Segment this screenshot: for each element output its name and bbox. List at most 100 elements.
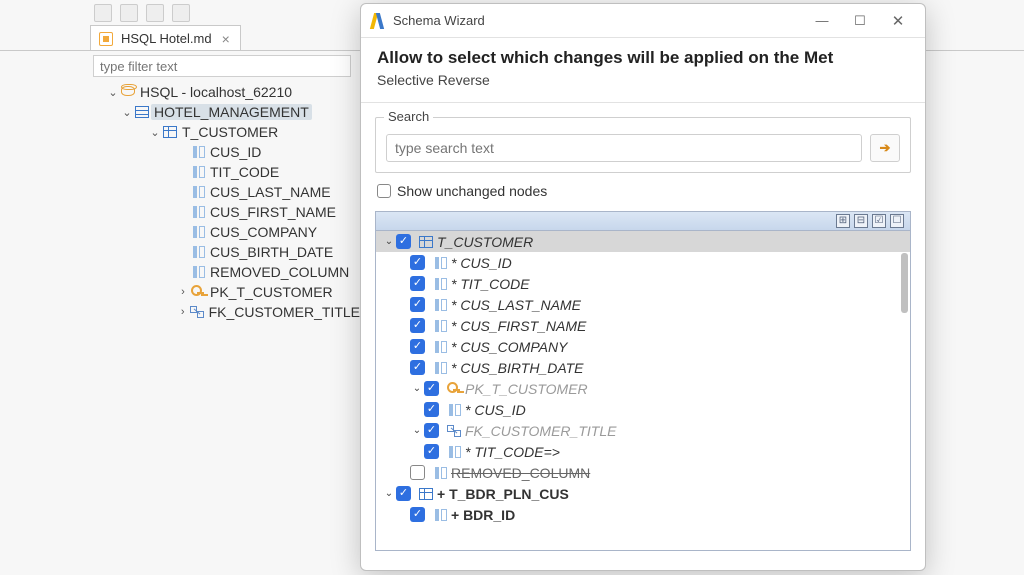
chevron-down-icon[interactable]: ⌄	[410, 425, 424, 436]
chevron-down-icon[interactable]: ⌄	[121, 106, 133, 119]
tree-node-column[interactable]: REMOVED_COLUMN	[93, 262, 363, 282]
column-icon	[431, 341, 449, 353]
minimize-button[interactable]: —	[803, 7, 841, 35]
tree-node-schema[interactable]: ⌄ HOTEL_MANAGEMENT	[93, 102, 363, 122]
checkbox-unchecked-icon[interactable]	[377, 184, 391, 198]
tree-node-column[interactable]: TIT_CODE	[93, 162, 363, 182]
tree-label: PK_T_CUSTOMER	[207, 284, 336, 300]
column-icon	[189, 226, 207, 238]
toolbar-icon[interactable]	[146, 4, 164, 22]
project-tree[interactable]: ⌄ HSQL - localhost_62210 ⌄ HOTEL_MANAGEM…	[93, 82, 363, 322]
table-icon	[161, 126, 179, 138]
checkbox-checked-icon[interactable]	[410, 255, 425, 270]
column-icon	[431, 509, 449, 521]
checkbox-checked-icon[interactable]	[424, 423, 439, 438]
tree-node-column[interactable]: * CUS_FIRST_NAME	[376, 315, 910, 336]
tree-node-column[interactable]: CUS_COMPANY	[93, 222, 363, 242]
tree-node-column[interactable]: * CUS_ID	[376, 399, 910, 420]
tree-node-column[interactable]: * CUS_COMPANY	[376, 336, 910, 357]
editor-tab[interactable]: HSQL Hotel.md ×	[90, 25, 241, 51]
chevron-right-icon[interactable]: ›	[177, 306, 188, 318]
show-unchanged-checkbox-row[interactable]: Show unchanged nodes	[361, 179, 925, 207]
checkbox-unchecked-icon[interactable]	[410, 465, 425, 480]
collapse-all-button[interactable]: ⊟	[854, 214, 868, 228]
tree-node-added-table[interactable]: ⌄ + T_BDR_PLN_CUS	[376, 483, 910, 504]
dialog-title: Schema Wizard	[393, 13, 485, 28]
tree-label: HSQL - localhost_62210	[137, 84, 295, 100]
tree-node-column[interactable]: CUS_FIRST_NAME	[93, 202, 363, 222]
checkbox-checked-icon[interactable]	[424, 444, 439, 459]
node-label: PK_T_CUSTOMER	[465, 381, 588, 397]
toolbar-icon[interactable]	[172, 4, 190, 22]
close-icon[interactable]: ×	[222, 31, 230, 47]
scrollbar-thumb[interactable]	[901, 253, 908, 313]
dialog-titlebar[interactable]: Schema Wizard — ☐ ✕	[361, 4, 925, 37]
maximize-button[interactable]: ☐	[841, 7, 879, 35]
changes-tree[interactable]: ⌄ T_CUSTOMER * CUS_ID * TIT_CODE * CUS_L…	[375, 231, 911, 551]
tree-node-db[interactable]: ⌄ HSQL - localhost_62210	[93, 82, 363, 102]
checkbox-checked-icon[interactable]	[396, 486, 411, 501]
tree-node-fk[interactable]: ›FK_CUSTOMER_TITLE	[93, 302, 363, 322]
schema-wizard-dialog: Schema Wizard — ☐ ✕ Allow to select whic…	[360, 3, 926, 571]
uncheck-all-button[interactable]: ☐	[890, 214, 904, 228]
chevron-down-icon[interactable]: ⌄	[107, 86, 119, 99]
search-go-button[interactable]: ➔	[870, 134, 900, 162]
checkbox-checked-icon[interactable]	[410, 360, 425, 375]
column-icon	[445, 446, 463, 458]
model-file-icon	[97, 32, 115, 46]
checkbox-checked-icon[interactable]	[410, 507, 425, 522]
table-icon	[417, 488, 435, 500]
node-label: + BDR_ID	[451, 507, 515, 523]
node-label: * CUS_BIRTH_DATE	[451, 360, 584, 376]
chevron-down-icon[interactable]: ⌄	[382, 236, 396, 247]
filter-input[interactable]	[93, 55, 351, 77]
checkbox-checked-icon[interactable]	[410, 339, 425, 354]
tree-node-column[interactable]: * CUS_LAST_NAME	[376, 294, 910, 315]
foreign-key-icon	[445, 425, 463, 437]
tree-node-fk[interactable]: ⌄ FK_CUSTOMER_TITLE	[376, 420, 910, 441]
column-icon	[431, 467, 449, 479]
checkbox-checked-icon[interactable]	[424, 402, 439, 417]
toolbar-icon[interactable]	[94, 4, 112, 22]
chevron-down-icon[interactable]: ⌄	[410, 383, 424, 394]
tree-node-added-column[interactable]: + BDR_ID	[376, 504, 910, 525]
search-input[interactable]	[386, 134, 862, 162]
foreign-key-icon	[188, 306, 205, 318]
checkbox-checked-icon[interactable]	[396, 234, 411, 249]
changes-panel-header: ⊞ ⊟ ☑ ☐	[375, 211, 911, 231]
column-icon	[189, 266, 207, 278]
chevron-down-icon[interactable]: ⌄	[382, 488, 396, 499]
checkbox-checked-icon[interactable]	[410, 318, 425, 333]
schema-icon	[133, 106, 151, 118]
checkbox-checked-icon[interactable]	[424, 381, 439, 396]
column-icon	[189, 206, 207, 218]
tree-node-table[interactable]: ⌄ T_CUSTOMER	[93, 122, 363, 142]
close-button[interactable]: ✕	[879, 7, 917, 35]
tree-node-column[interactable]: CUS_ID	[93, 142, 363, 162]
check-all-button[interactable]: ☑	[872, 214, 886, 228]
node-label: * CUS_ID	[451, 255, 512, 271]
expand-all-button[interactable]: ⊞	[836, 214, 850, 228]
column-icon	[189, 146, 207, 158]
tree-label: CUS_BIRTH_DATE	[207, 244, 336, 260]
node-label: * CUS_FIRST_NAME	[451, 318, 586, 334]
arrow-right-icon: ➔	[880, 140, 891, 156]
chevron-right-icon[interactable]: ›	[177, 286, 189, 298]
node-label: T_CUSTOMER	[437, 234, 533, 250]
tree-node-column[interactable]: * TIT_CODE=>	[376, 441, 910, 462]
tree-node-table[interactable]: ⌄ T_CUSTOMER	[376, 231, 910, 252]
tree-node-column[interactable]: CUS_BIRTH_DATE	[93, 242, 363, 262]
column-icon	[431, 278, 449, 290]
tree-node-column[interactable]: CUS_LAST_NAME	[93, 182, 363, 202]
toolbar-icon[interactable]	[120, 4, 138, 22]
key-icon	[189, 285, 207, 299]
tree-node-column[interactable]: * CUS_BIRTH_DATE	[376, 357, 910, 378]
tree-node-column[interactable]: * TIT_CODE	[376, 273, 910, 294]
tree-node-column[interactable]: * CUS_ID	[376, 252, 910, 273]
tree-node-pk[interactable]: › PK_T_CUSTOMER	[93, 282, 363, 302]
checkbox-checked-icon[interactable]	[410, 297, 425, 312]
tree-node-pk[interactable]: ⌄ PK_T_CUSTOMER	[376, 378, 910, 399]
tree-node-removed-column[interactable]: REMOVED_COLUMN	[376, 462, 910, 483]
checkbox-checked-icon[interactable]	[410, 276, 425, 291]
chevron-down-icon[interactable]: ⌄	[149, 126, 161, 139]
